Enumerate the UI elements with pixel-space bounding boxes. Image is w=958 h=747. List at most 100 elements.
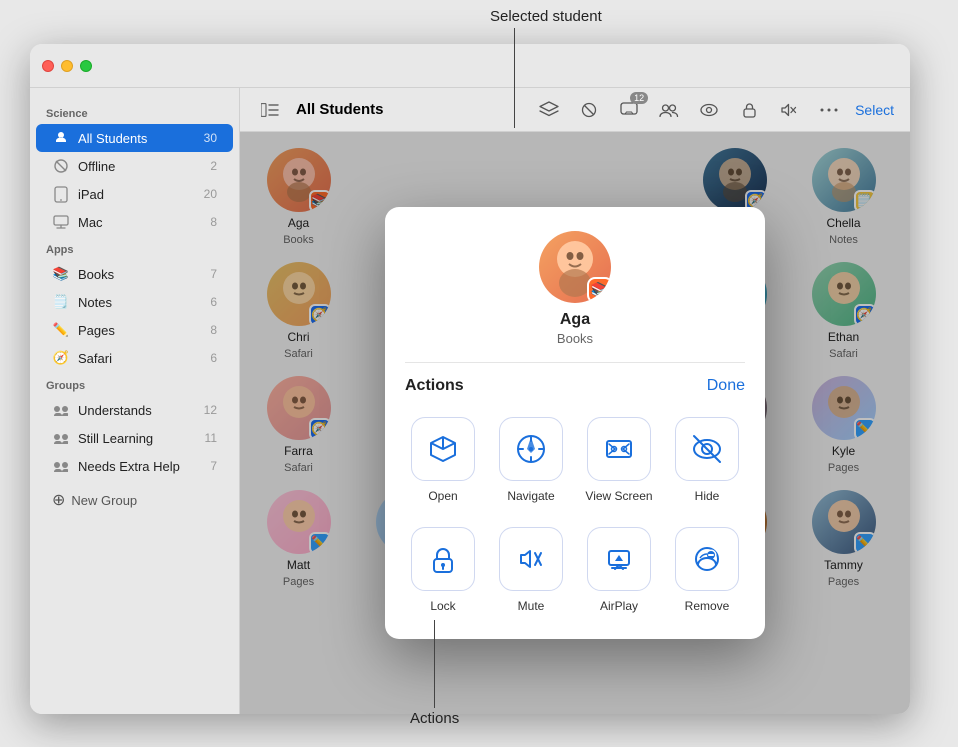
sidebar: Science All Students 30 Offline 2 [30, 88, 240, 714]
sidebar-item-books[interactable]: 📚 Books 7 [36, 260, 233, 288]
still-learning-group-icon [52, 429, 70, 447]
action-remove-icon-wrap [675, 527, 739, 591]
action-airplay-button[interactable]: AirPlay [581, 521, 657, 619]
modal-overlay: 📚 Aga Books Actions Done [240, 132, 910, 714]
mac-label: Mac [78, 215, 206, 230]
modal-student-avatar: 📚 [539, 231, 611, 303]
mute-toolbar-icon[interactable] [775, 96, 803, 124]
sidebar-item-all-students[interactable]: All Students 30 [36, 124, 233, 152]
action-open-label: Open [428, 489, 457, 503]
safari-app-icon: 🧭 [52, 349, 70, 367]
view-toolbar-icon[interactable] [695, 96, 723, 124]
sidebar-item-needs-help[interactable]: Needs Extra Help 7 [36, 452, 233, 480]
plus-icon: ⊕ [52, 490, 65, 510]
modal-title: Actions [405, 377, 464, 395]
all-students-badge: 30 [204, 131, 217, 145]
action-mute-icon-wrap [499, 527, 563, 591]
action-open-button[interactable]: Open [405, 411, 481, 509]
groups-section-label: Groups [30, 372, 239, 396]
action-hide-label: Hide [695, 489, 720, 503]
modal-student-header: 📚 Aga Books [405, 231, 745, 346]
apps-section-label: Apps [30, 236, 239, 260]
action-hide-icon-wrap [675, 417, 739, 481]
new-group-button[interactable]: ⊕ New Group [36, 484, 233, 516]
action-navigate-button[interactable]: Navigate [493, 411, 569, 509]
notes-label: Notes [78, 295, 206, 310]
app-body: Science All Students 30 Offline 2 [30, 88, 910, 714]
sidebar-item-pages[interactable]: ✏️ Pages 8 [36, 316, 233, 344]
offline-badge: 2 [210, 159, 217, 173]
content-title: All Students [296, 101, 523, 118]
books-badge: 7 [210, 267, 217, 281]
content-toolbar: All Students [240, 88, 910, 132]
understands-label: Understands [78, 403, 200, 418]
safari-badge: 6 [210, 351, 217, 365]
action-mute-button[interactable]: Mute [493, 521, 569, 619]
message-count-badge: 12 [630, 92, 648, 104]
understands-badge: 12 [204, 403, 217, 417]
action-lock-icon-wrap [411, 527, 475, 591]
action-view-screen-label: View Screen [585, 489, 652, 503]
sidebar-item-mac[interactable]: Mac 8 [36, 208, 233, 236]
maximize-button[interactable] [80, 60, 92, 72]
selected-student-annotation: Selected student [490, 8, 602, 25]
needs-help-label: Needs Extra Help [78, 459, 206, 474]
sidebar-item-ipad[interactable]: iPad 20 [36, 180, 233, 208]
action-view-screen-button[interactable]: View Screen [581, 411, 657, 509]
student-grid-container: 📚 Aga Books [240, 132, 910, 714]
app-window: Science All Students 30 Offline 2 [30, 44, 910, 714]
select-button[interactable]: Select [855, 102, 894, 118]
modal-actions-grid: Open [405, 411, 745, 619]
message-toolbar-icon[interactable]: 12 [615, 96, 643, 124]
books-label: Books [78, 267, 206, 282]
action-navigate-label: Navigate [507, 489, 554, 503]
action-navigate-icon-wrap [499, 417, 563, 481]
action-hide-button[interactable]: Hide [669, 411, 745, 509]
action-airplay-label: AirPlay [600, 599, 638, 613]
sidebar-item-still-learning[interactable]: Still Learning 11 [36, 424, 233, 452]
offline-icon [52, 157, 70, 175]
action-lock-label: Lock [430, 599, 455, 613]
modal-title-row: Actions Done [405, 362, 745, 395]
close-button[interactable] [42, 60, 54, 72]
pages-app-icon: ✏️ [52, 321, 70, 339]
action-mute-label: Mute [518, 599, 545, 613]
modal-student-name: Aga [560, 311, 590, 329]
dots-toolbar-icon[interactable] [815, 96, 843, 124]
action-airplay-icon-wrap [587, 527, 651, 591]
action-remove-label: Remove [685, 599, 730, 613]
mac-icon [52, 213, 70, 231]
sidebar-item-safari[interactable]: 🧭 Safari 6 [36, 344, 233, 372]
ipad-label: iPad [78, 187, 200, 202]
modal-student-app: Books [557, 331, 593, 346]
sidebar-toggle-icon[interactable] [256, 96, 284, 124]
notes-badge: 6 [210, 295, 217, 309]
still-learning-label: Still Learning [78, 431, 201, 446]
pages-label: Pages [78, 323, 206, 338]
action-open-icon-wrap [411, 417, 475, 481]
stop-toolbar-icon[interactable] [575, 96, 603, 124]
sidebar-item-understands[interactable]: Understands 12 [36, 396, 233, 424]
safari-label: Safari [78, 351, 206, 366]
modal-student-app-badge: 📚 [587, 277, 611, 303]
still-learning-badge: 11 [205, 431, 217, 445]
notes-app-icon: 🗒️ [52, 293, 70, 311]
main-content: All Students [240, 88, 910, 714]
action-remove-button[interactable]: Remove [669, 521, 745, 619]
ipad-badge: 20 [204, 187, 217, 201]
mac-badge: 8 [210, 215, 217, 229]
books-app-icon: 📚 [52, 265, 70, 283]
title-bar [30, 44, 910, 88]
action-lock-button[interactable]: Lock [405, 521, 481, 619]
groups-toolbar-icon[interactable] [655, 96, 683, 124]
offline-label: Offline [78, 159, 206, 174]
new-group-label: New Group [71, 493, 137, 508]
layers-toolbar-icon[interactable] [535, 96, 563, 124]
sidebar-item-offline[interactable]: Offline 2 [36, 152, 233, 180]
minimize-button[interactable] [61, 60, 73, 72]
lock-toolbar-icon[interactable] [735, 96, 763, 124]
ipad-icon [52, 185, 70, 203]
sidebar-item-notes[interactable]: 🗒️ Notes 6 [36, 288, 233, 316]
needs-help-group-icon [52, 457, 70, 475]
modal-done-button[interactable]: Done [707, 377, 745, 395]
